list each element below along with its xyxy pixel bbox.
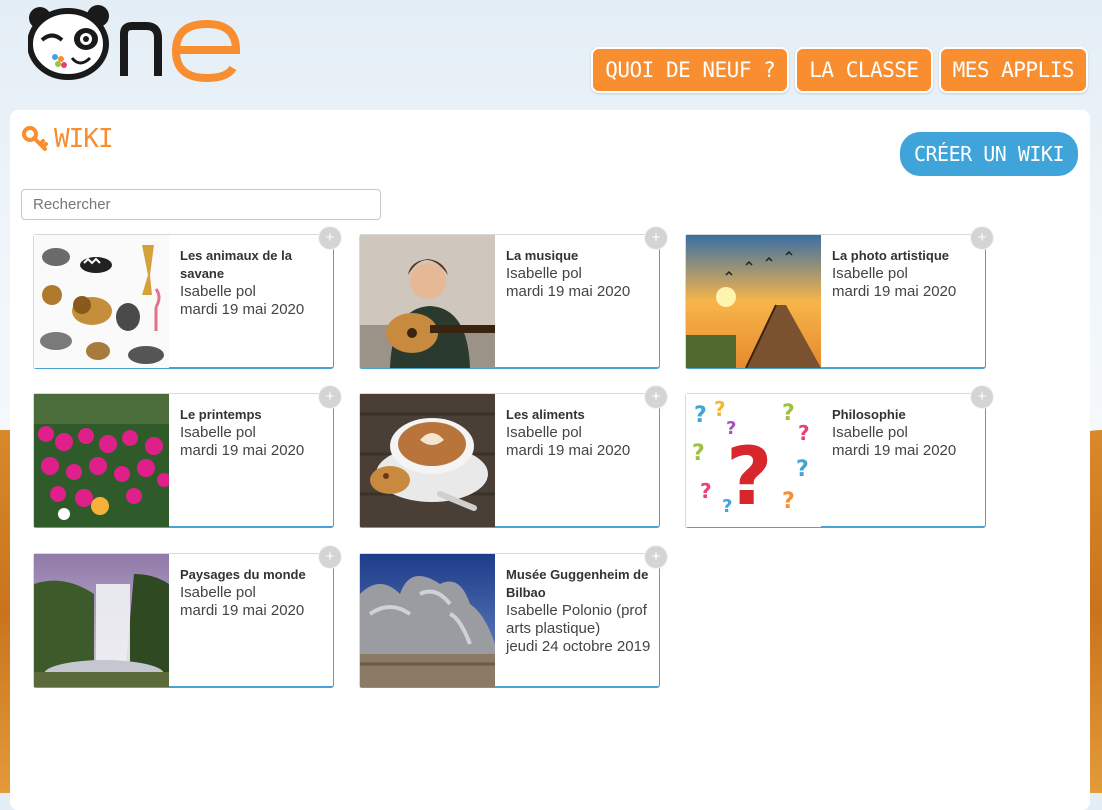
wiki-thumbnail-waterfall [34,554,169,687]
wiki-title[interactable]: La musique [506,247,656,265]
wiki-title[interactable]: Les aliments [506,406,656,424]
wiki-title[interactable]: Le printemps [180,406,330,424]
wiki-author: Isabelle pol [506,265,582,282]
wiki-author: Isabelle pol [180,424,256,441]
wiki-title[interactable]: Paysages du monde [180,566,330,584]
wiki-card[interactable]: Le printemps Isabelle pol mardi 19 mai 2… [33,385,342,528]
wiki-thumbnail-question-marks: ? ? ? ? ? ? ? ? ? ? ? [686,394,821,527]
svg-text:?: ? [782,489,795,514]
wiki-key-icon [22,126,48,151]
wiki-thumbnail-sunset-pier [686,235,821,368]
wiki-card[interactable]: Les animaux de la savane Isabelle pol ma… [33,226,342,369]
wiki-date: mardi 19 mai 2020 [506,283,631,300]
wiki-card[interactable]: Paysages du monde Isabelle pol mardi 19 … [33,545,342,688]
wiki-thumbnail-coffee-cup [360,394,495,527]
wiki-date: mardi 19 mai 2020 [832,442,957,459]
wiki-date: mardi 19 mai 2020 [180,442,305,459]
wiki-date: jeudi 24 octobre 2019 [506,638,651,655]
plus-icon[interactable]: + [644,226,668,250]
wiki-thumbnail-savanna-animals [34,235,169,368]
wiki-card[interactable]: Les aliments Isabelle pol mardi 19 mai 2… [359,385,668,528]
nav-la-classe-button[interactable]: LA CLASSE [795,47,933,93]
wiki-card[interactable]: Musée Guggenheim de Bilbao Isabelle Polo… [359,545,668,688]
plus-icon[interactable]: + [318,545,342,569]
plus-icon[interactable]: + [970,385,994,409]
wiki-author: Isabelle pol [832,265,908,282]
one-logo[interactable] [27,4,248,83]
nav-quoi-de-neuf-button[interactable]: QUOI DE NEUF ? [591,47,790,93]
plus-icon[interactable]: + [318,226,342,250]
wiki-thumbnail-guitar-player [360,235,495,368]
wiki-author: Isabelle Polonio (prof arts plastique) [506,602,647,637]
main-panel: WIKI CRÉER UN WIKI Rechercher Les animau… [10,110,1090,810]
wiki-author: Isabelle pol [832,424,908,441]
svg-text:?: ? [782,401,795,426]
svg-text:?: ? [714,397,726,421]
wiki-date: mardi 19 mai 2020 [180,602,305,619]
nav-mes-applis-button[interactable]: MES APPLIS [938,47,1088,93]
plus-icon[interactable]: + [644,385,668,409]
wiki-card[interactable]: La photo artistique Isabelle pol mardi 1… [685,226,994,369]
wiki-thumbnail-pink-flowers [34,394,169,527]
wiki-author: Isabelle pol [506,424,582,441]
wiki-author: Isabelle pol [180,283,256,300]
svg-text:?: ? [796,457,809,482]
svg-text:?: ? [700,479,712,503]
wiki-title[interactable]: Musée Guggenheim de Bilbao [506,566,656,602]
svg-text:?: ? [798,421,810,445]
plus-icon[interactable]: + [318,385,342,409]
page-title-group: WIKI [22,124,114,154]
svg-text:?: ? [694,403,707,428]
wiki-card[interactable]: La musique Isabelle pol mardi 19 mai 202… [359,226,668,369]
svg-text:?: ? [726,430,772,523]
create-wiki-button[interactable]: CRÉER UN WIKI [899,132,1078,176]
plus-icon[interactable]: + [644,545,668,569]
wiki-date: mardi 19 mai 2020 [506,442,631,459]
plus-icon[interactable]: + [970,226,994,250]
main-navigation: QUOI DE NEUF ? LA CLASSE MES APPLIS [591,47,1088,93]
wiki-date: mardi 19 mai 2020 [180,301,305,318]
search-input[interactable] [21,189,381,220]
svg-text:?: ? [692,441,705,466]
wiki-thumbnail-guggenheim-museum [360,554,495,687]
wiki-title[interactable]: La photo artistique [832,247,982,265]
wiki-card[interactable]: ? ? ? ? ? ? ? ? ? ? ? Philosophie Isabel… [685,385,994,528]
wiki-title[interactable]: Les animaux de la savane [180,247,330,283]
wiki-title[interactable]: Philosophie [832,406,982,424]
wiki-date: mardi 19 mai 2020 [832,283,957,300]
wiki-author: Isabelle pol [180,584,256,601]
page-title: WIKI [54,124,114,154]
